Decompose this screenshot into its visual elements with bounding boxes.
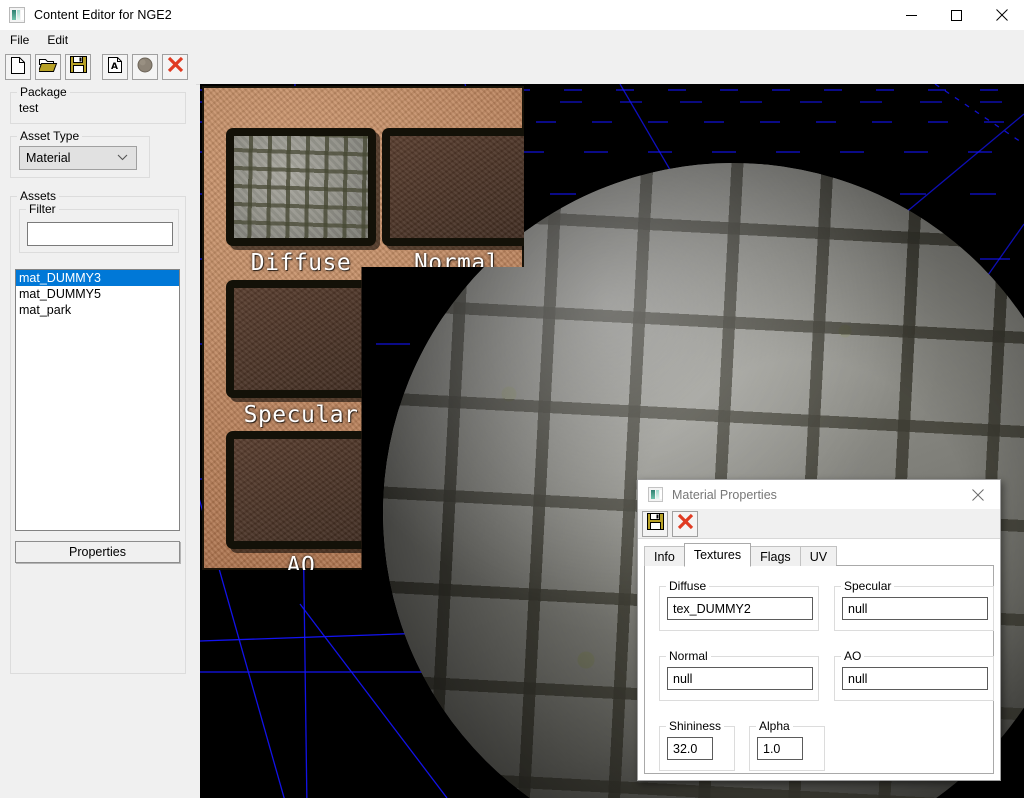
normal-field-group: Normal null bbox=[659, 649, 819, 701]
list-item[interactable]: mat_DUMMY3 bbox=[16, 270, 179, 286]
alpha-label: Alpha bbox=[756, 719, 793, 733]
normal-input[interactable]: null bbox=[667, 667, 813, 690]
application-window: Content Editor for NGE2 File Edit A Pack… bbox=[0, 0, 1024, 798]
maximize-button[interactable] bbox=[934, 0, 979, 30]
texture-slot-label: Diffuse bbox=[250, 250, 352, 276]
properties-button[interactable]: Properties bbox=[15, 541, 180, 563]
asset-type-legend: Asset Type bbox=[17, 129, 83, 143]
specular-label: Specular bbox=[841, 579, 895, 593]
package-value: test bbox=[19, 101, 39, 115]
close-button[interactable] bbox=[979, 0, 1024, 30]
tab-strip-filler bbox=[836, 545, 994, 566]
tab-info[interactable]: Info bbox=[644, 546, 685, 566]
tab-textures[interactable]: Textures bbox=[683, 543, 752, 567]
texture-slot-ao[interactable]: AO bbox=[226, 431, 381, 570]
dialog-title: Material Properties bbox=[672, 487, 777, 502]
package-legend: Package bbox=[17, 85, 70, 99]
new-file-button[interactable] bbox=[5, 54, 31, 80]
asset-list[interactable]: mat_DUMMY3 mat_DUMMY5 mat_park bbox=[15, 269, 180, 531]
diffuse-input[interactable]: tex_DUMMY2 bbox=[667, 597, 813, 620]
app-icon bbox=[648, 487, 663, 502]
app-icon bbox=[9, 7, 25, 23]
chevron-down-icon bbox=[117, 154, 128, 163]
svg-text:A: A bbox=[111, 62, 118, 72]
specular-input[interactable]: null bbox=[842, 597, 988, 620]
ao-input[interactable]: null bbox=[842, 667, 988, 690]
dialog-toolbar bbox=[638, 509, 1000, 539]
dialog-title-bar: Material Properties bbox=[638, 480, 1000, 509]
specular-texture-thumbnail bbox=[234, 288, 368, 390]
diffuse-label: Diffuse bbox=[666, 579, 710, 593]
assets-group: Assets Filter mat_DUMMY3 mat_DUMMY5 mat_… bbox=[10, 189, 186, 674]
menu-edit[interactable]: Edit bbox=[39, 31, 76, 49]
shininess-input[interactable]: 32.0 bbox=[667, 737, 713, 760]
assets-legend: Assets bbox=[17, 189, 60, 203]
save-floppy-icon bbox=[646, 512, 664, 535]
asset-type-group: Asset Type Material bbox=[10, 129, 150, 178]
tab-uv[interactable]: UV bbox=[799, 546, 838, 566]
new-file-icon bbox=[10, 56, 26, 79]
menu-bar: File Edit bbox=[0, 30, 1024, 51]
title-bar: Content Editor for NGE2 bbox=[0, 0, 1024, 30]
material-sphere-button[interactable] bbox=[132, 54, 158, 80]
alpha-field-group: Alpha 1.0 bbox=[749, 719, 825, 771]
filter-legend: Filter bbox=[26, 202, 59, 216]
dialog-close-button[interactable] bbox=[956, 480, 1000, 509]
specular-field-group: Specular null bbox=[834, 579, 994, 631]
ao-field-group: AO null bbox=[834, 649, 994, 701]
main-toolbar: A bbox=[0, 50, 1024, 85]
shininess-field-group: Shininess 32.0 bbox=[659, 719, 735, 771]
sidebar: Package test Asset Type Material Assets … bbox=[0, 84, 196, 798]
delete-button[interactable] bbox=[162, 54, 188, 80]
material-properties-dialog: Material Properties Info Textures Flags … bbox=[637, 479, 1001, 781]
save-button[interactable] bbox=[65, 54, 91, 80]
list-item[interactable]: mat_DUMMY5 bbox=[16, 286, 179, 302]
dialog-save-button[interactable] bbox=[642, 510, 668, 537]
texture-slot-label: Specular bbox=[243, 402, 359, 428]
package-group: Package test bbox=[10, 85, 186, 124]
dialog-tab-strip: Info Textures Flags UV bbox=[644, 543, 994, 567]
red-x-icon bbox=[677, 513, 694, 535]
window-controls bbox=[889, 0, 1024, 30]
texture-slot-specular[interactable]: Specular bbox=[226, 280, 381, 440]
text-asset-button[interactable]: A bbox=[102, 54, 128, 80]
open-folder-icon bbox=[37, 56, 58, 78]
shininess-label: Shininess bbox=[666, 719, 725, 733]
asset-type-dropdown[interactable]: Material bbox=[19, 146, 137, 170]
text-asset-icon: A bbox=[107, 56, 123, 79]
dialog-delete-button[interactable] bbox=[672, 510, 698, 537]
save-floppy-icon bbox=[69, 56, 87, 78]
alpha-input[interactable]: 1.0 bbox=[757, 737, 803, 760]
open-folder-button[interactable] bbox=[35, 54, 61, 80]
filter-group: Filter bbox=[19, 202, 179, 253]
texture-slot-normal[interactable]: Normal bbox=[382, 128, 524, 288]
diffuse-field-group: Diffuse tex_DUMMY2 bbox=[659, 579, 819, 631]
diffuse-texture-thumbnail bbox=[234, 136, 368, 238]
textures-tab-page: Diffuse tex_DUMMY2 Specular null Normal … bbox=[644, 566, 994, 774]
asset-type-value: Material bbox=[26, 151, 71, 165]
window-title: Content Editor for NGE2 bbox=[34, 8, 172, 22]
ao-label: AO bbox=[841, 649, 865, 663]
sphere-icon bbox=[137, 57, 153, 78]
menu-file[interactable]: File bbox=[2, 31, 37, 49]
normal-label: Normal bbox=[666, 649, 711, 663]
list-item[interactable]: mat_park bbox=[16, 302, 179, 318]
red-x-icon bbox=[167, 56, 184, 78]
ao-texture-thumbnail bbox=[234, 439, 368, 541]
filter-input[interactable] bbox=[27, 222, 173, 246]
texture-slot-diffuse[interactable]: Diffuse bbox=[226, 128, 381, 288]
tab-flags[interactable]: Flags bbox=[750, 546, 801, 566]
normal-texture-thumbnail bbox=[390, 136, 524, 238]
minimize-button[interactable] bbox=[889, 0, 934, 30]
